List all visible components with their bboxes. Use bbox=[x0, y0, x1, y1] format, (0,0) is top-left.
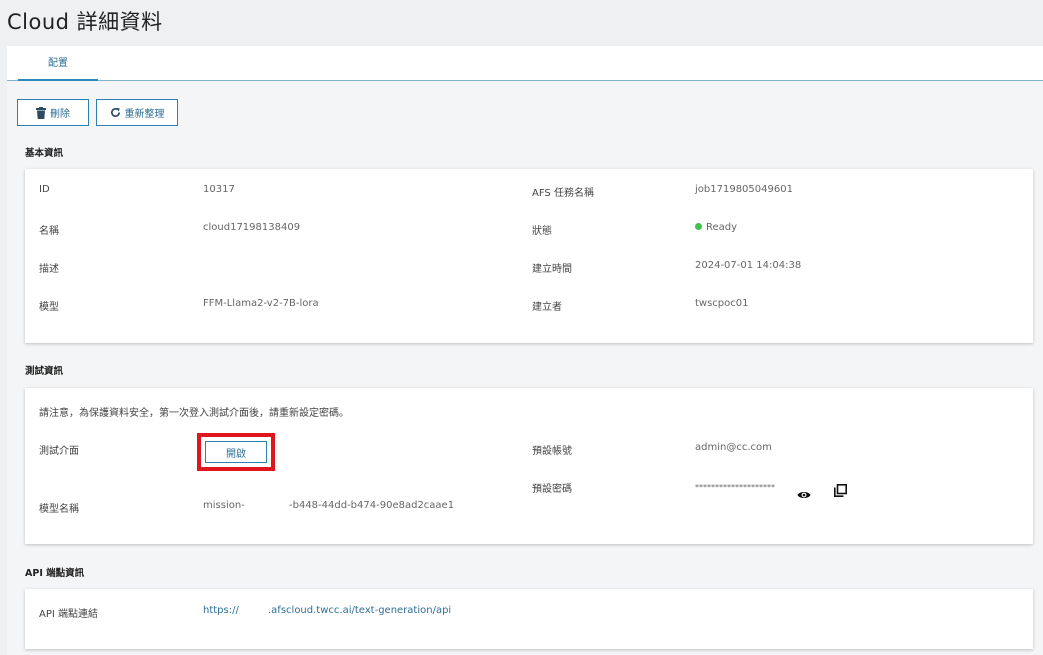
created-time-value: 2024-07-01 14:04:38 bbox=[695, 260, 802, 271]
created-time-label: 建立時間 bbox=[532, 264, 572, 275]
api-endpoint-link-suffix[interactable]: .afscloud.twcc.ai/text-generation/api bbox=[268, 605, 451, 616]
api-info-card: API 端點連結 https:// .afscloud.twcc.ai/text… bbox=[25, 589, 1033, 649]
default-account-value: admin@cc.com bbox=[695, 442, 772, 453]
status-value: Ready bbox=[695, 222, 737, 233]
model-name-label: 模型名稱 bbox=[39, 504, 79, 515]
tab-config[interactable]: 配置 bbox=[18, 46, 98, 81]
model-label: 模型 bbox=[39, 302, 59, 313]
creator-value: twscpoc01 bbox=[695, 298, 749, 309]
afs-task-value: job1719805049601 bbox=[695, 184, 793, 195]
refresh-button[interactable]: 重新整理 bbox=[96, 99, 178, 126]
default-password-value: ******************** bbox=[695, 483, 775, 492]
creator-label: 建立者 bbox=[532, 302, 562, 313]
model-name-value-prefix: mission- bbox=[203, 500, 245, 511]
basic-info-card: ID 10317 名稱 cloud17198138409 描述 模型 FFM-L… bbox=[25, 169, 1033, 343]
delete-label: 刪除 bbox=[50, 109, 70, 120]
page-title: Cloud 詳細資料 bbox=[7, 10, 163, 34]
default-password-label: 預設密碼 bbox=[532, 484, 572, 495]
open-button-highlight: 開啟 bbox=[197, 433, 275, 471]
basic-info-title: 基本資訊 bbox=[25, 148, 64, 159]
test-info-title: 測試資訊 bbox=[25, 366, 64, 377]
status-label: 狀態 bbox=[532, 226, 552, 237]
name-value: cloud17198138409 bbox=[203, 222, 301, 233]
security-notice: 請注意，為保護資料安全，第一次登入測試介面後，請重新設定密碼。 bbox=[39, 408, 349, 419]
api-info-title: API 端點資訊 bbox=[25, 568, 85, 579]
default-account-label: 預設帳號 bbox=[532, 446, 572, 457]
id-value: 10317 bbox=[203, 184, 235, 195]
show-password-button[interactable] bbox=[797, 485, 811, 504]
afs-task-label: AFS 任務名稱 bbox=[532, 188, 594, 199]
open-button[interactable]: 開啟 bbox=[205, 441, 267, 463]
status-text: Ready bbox=[706, 222, 738, 233]
api-endpoint-link-prefix[interactable]: https:// bbox=[203, 605, 239, 616]
id-label: ID bbox=[39, 184, 50, 195]
eye-icon bbox=[797, 492, 811, 498]
model-name-value-suffix: -b448-44dd-b474-90e8ad2caae1 bbox=[289, 500, 455, 511]
name-label: 名稱 bbox=[39, 226, 59, 237]
refresh-label: 重新整理 bbox=[124, 109, 165, 120]
api-endpoint-label: API 端點連結 bbox=[39, 609, 98, 620]
model-value: FFM-Llama2-v2-7B-lora bbox=[203, 298, 319, 309]
test-ui-label: 測試介面 bbox=[39, 446, 79, 457]
tab-bar: 配置 bbox=[7, 46, 1043, 81]
main-content: 刪除 重新整理 基本資訊 ID 10317 名稱 cloud1719813840… bbox=[7, 81, 1043, 655]
status-dot-icon bbox=[695, 223, 702, 230]
copy-password-button[interactable] bbox=[834, 482, 847, 501]
copy-icon bbox=[834, 484, 847, 497]
refresh-icon bbox=[110, 107, 120, 117]
trash-icon bbox=[36, 106, 46, 119]
test-info-card: 請注意，為保護資料安全，第一次登入測試介面後，請重新設定密碼。 測試介面 開啟 … bbox=[25, 388, 1033, 544]
delete-button[interactable]: 刪除 bbox=[17, 99, 89, 126]
desc-label: 描述 bbox=[39, 264, 59, 275]
